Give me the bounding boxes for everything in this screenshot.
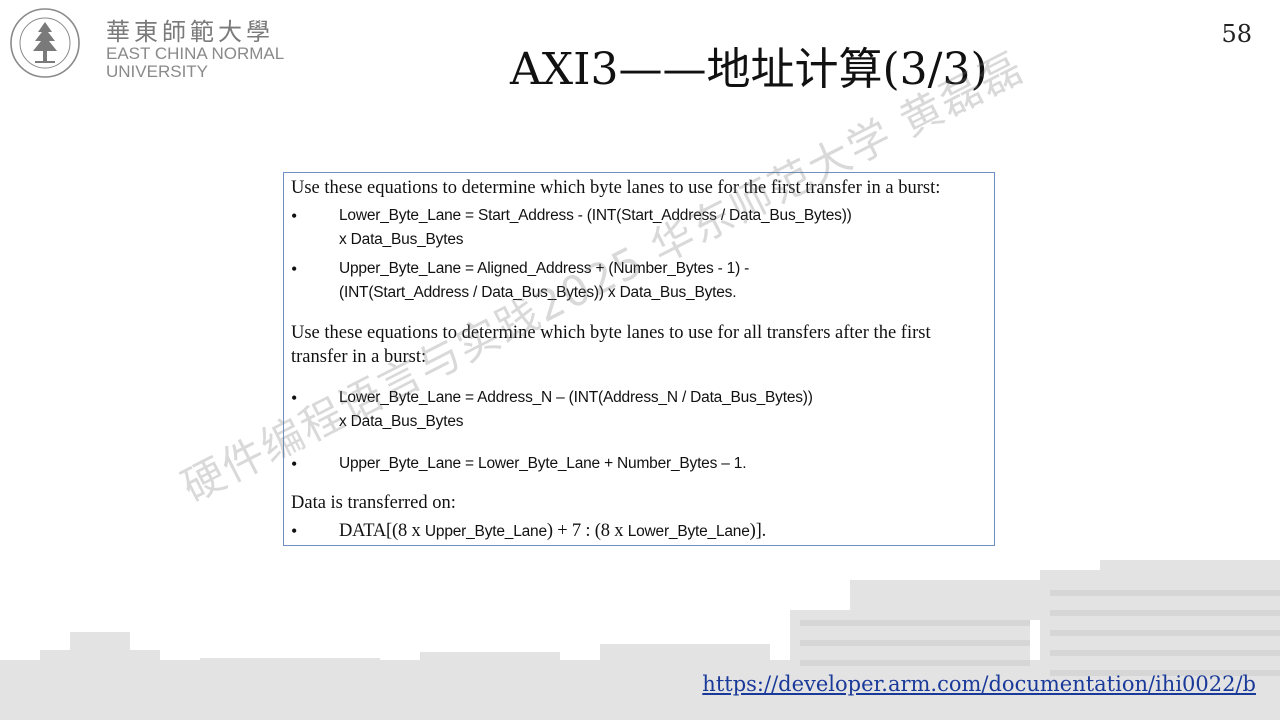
bullet-icon: •: [291, 259, 298, 279]
equation-line: Upper_Byte_Lane = Lower_Byte_Lane + Numb…: [339, 455, 747, 472]
slide: 華東師範大學 EAST CHINA NORMAL UNIVERSITY 58 A…: [0, 0, 1280, 720]
equation-line: x Data_Bus_Bytes: [339, 231, 464, 248]
university-logo: 華東師範大學 EAST CHINA NORMAL UNIVERSITY: [8, 6, 298, 81]
bullet-icon: •: [291, 454, 298, 474]
pine-tree-seal-icon: [10, 8, 80, 78]
equation-line: Upper_Byte_Lane = Aligned_Address + (Num…: [339, 260, 750, 277]
data-equation-suffix: )].: [749, 521, 767, 541]
spec-excerpt-box: Use these equations to determine which b…: [283, 172, 995, 546]
data-transfer-paragraph: Data is transferred on:: [291, 493, 456, 513]
logo-chinese-name: 華東師範大學: [106, 18, 274, 46]
equation-line: x Data_Bus_Bytes: [339, 413, 464, 430]
list-item: • Upper_Byte_Lane = Aligned_Address + (N…: [291, 257, 991, 305]
list-item: • Upper_Byte_Lane = Lower_Byte_Lane + Nu…: [291, 452, 991, 476]
list-item: • Lower_Byte_Lane = Address_N – (INT(Add…: [291, 386, 991, 434]
logo-english-name-line2: UNIVERSITY: [106, 62, 209, 81]
data-equation-prefix: DATA[(8 x: [339, 521, 425, 541]
data-equation-line: DATA[(8 x Upper_Byte_Lane) + 7 : (8 x Lo…: [339, 519, 766, 544]
intro-paragraph-later-transfers-cont: transfer in a burst:: [291, 347, 427, 367]
source-link[interactable]: https://developer.arm.com/documentation/…: [702, 672, 1256, 696]
logo-english-name-line1: EAST CHINA NORMAL: [106, 44, 285, 63]
equation-line: Lower_Byte_Lane = Start_Address - (INT(S…: [339, 207, 852, 224]
intro-paragraph-later-transfers: Use these equations to determine which b…: [291, 323, 931, 343]
bullet-icon: •: [291, 521, 298, 541]
list-item: • DATA[(8 x Upper_Byte_Lane) + 7 : (8 x …: [291, 519, 991, 543]
page-number: 58: [1221, 20, 1252, 48]
bullet-icon: •: [291, 206, 298, 226]
slide-title: AXI3——地址计算(3/3): [510, 44, 988, 95]
list-item: • Lower_Byte_Lane = Start_Address - (INT…: [291, 204, 991, 252]
data-equation-term-upper: Upper_Byte_Lane: [424, 523, 547, 540]
equation-line: (INT(Start_Address / Data_Bus_Bytes)) x …: [339, 284, 737, 301]
data-equation-middle: ) + 7 : (8 x: [546, 521, 628, 541]
intro-paragraph-first-transfer: Use these equations to determine which b…: [291, 178, 941, 198]
data-equation-term-lower: Lower_Byte_Lane: [627, 523, 750, 540]
equation-line: Lower_Byte_Lane = Address_N – (INT(Addre…: [339, 389, 813, 406]
bullet-icon: •: [291, 388, 298, 408]
